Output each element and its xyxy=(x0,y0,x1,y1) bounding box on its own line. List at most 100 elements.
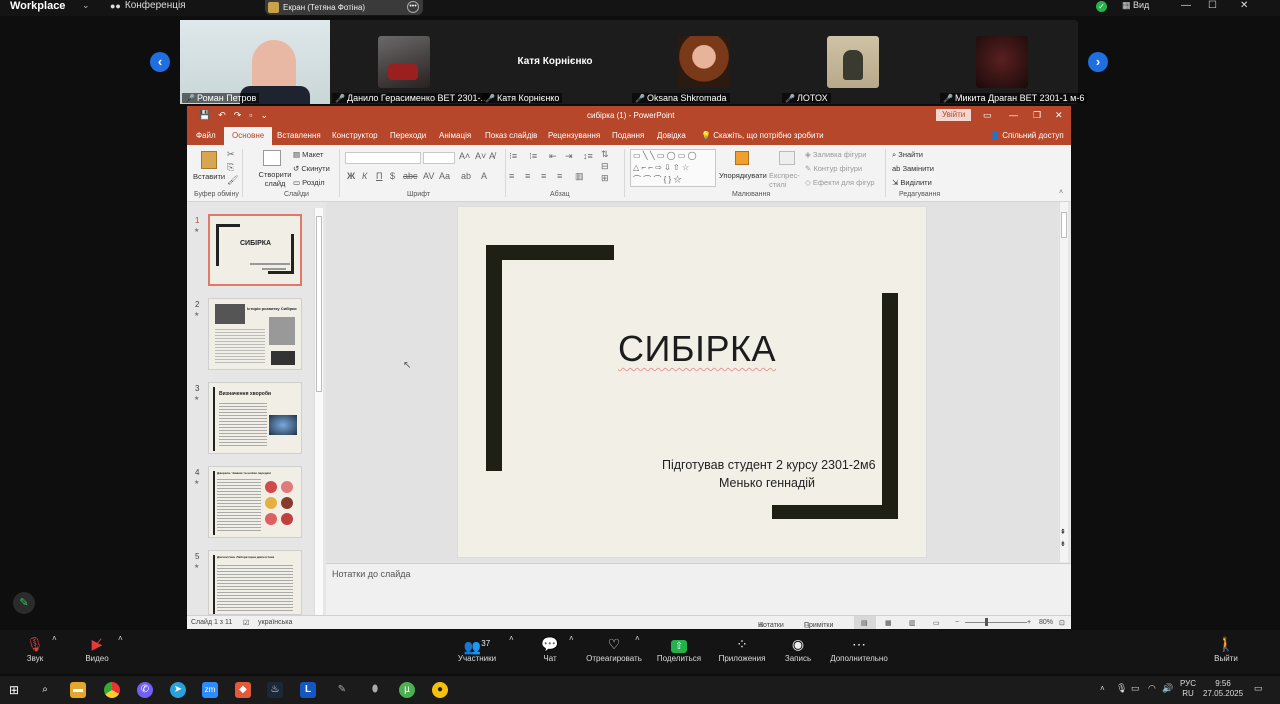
tab-slide-show[interactable]: Показ слайдів xyxy=(485,131,537,140)
chat-button[interactable]: 💬 Чат xyxy=(538,634,562,663)
thumbnails-scrollbar[interactable] xyxy=(314,208,323,615)
quick-styles-button[interactable]: Експрес-стилі xyxy=(769,171,800,189)
volume-icon[interactable]: 🔊 xyxy=(1162,683,1173,694)
search-icon[interactable]: ⌕ xyxy=(37,682,53,698)
clock[interactable]: 9:56 27.05.2025 xyxy=(1203,679,1243,699)
utorrent-icon[interactable]: µ xyxy=(399,682,415,698)
new-slide-icon[interactable] xyxy=(263,150,281,166)
align-right-icon[interactable]: ≡ xyxy=(541,171,546,181)
restore-icon[interactable]: ❐ xyxy=(1033,110,1041,121)
tab-animations[interactable]: Анімація xyxy=(439,131,471,140)
apps-button[interactable]: ⁘ Приложения xyxy=(716,634,768,663)
close-icon[interactable]: ✕ xyxy=(1240,0,1248,11)
slide-title[interactable]: СИБІРКА xyxy=(618,328,776,370)
underline-icon[interactable]: П xyxy=(376,171,382,181)
react-options-caret[interactable]: ˄ xyxy=(635,634,640,643)
increase-indent-icon[interactable]: ⇥ xyxy=(565,151,573,162)
language-status[interactable]: українська xyxy=(258,619,292,626)
text-direction-icon[interactable]: ⇅ xyxy=(601,149,609,160)
slide-thumbnail-2[interactable]: Історія розвитку Сибірки xyxy=(208,298,302,370)
layout-button[interactable]: ▤ Макет xyxy=(293,150,323,159)
tab-help[interactable]: Довідка xyxy=(657,131,686,140)
slide-sorter-icon[interactable]: ▦ xyxy=(885,619,892,627)
maximize-icon[interactable]: ☐ xyxy=(1208,0,1217,11)
more-button[interactable]: ⋯ Дополнительно xyxy=(828,634,890,663)
current-slide[interactable]: СИБІРКА Підготував студент 2 курсу 2301-… xyxy=(457,206,927,558)
share-button[interactable]: 👤 Спільний доступ xyxy=(990,131,1064,140)
windows-start-icon[interactable]: ⊞ xyxy=(6,682,22,698)
slide-thumbnail-5[interactable]: Діагностика. Лабораторна діагностика xyxy=(208,550,302,615)
conference-menu[interactable]: ●● Конференція xyxy=(110,0,186,11)
shape-effects-button[interactable]: ◇ Ефекти для фігур xyxy=(805,178,875,187)
ribbon-options-icon[interactable]: ▭ xyxy=(983,110,992,121)
prev-slide-icon[interactable]: ⇞ xyxy=(1060,528,1066,536)
zoom-slider[interactable] xyxy=(965,622,1027,623)
zoom-in-icon[interactable]: + xyxy=(1027,619,1031,626)
shapes-gallery[interactable]: ▭ ╲ ╲ ▭ ◯ ▭ ◯ △ ⌐ ⌐ ⇨ ⇩ ⇧ ☆ ⌒ ⌒ ⌒ { } ☆ xyxy=(630,149,716,187)
slide-scrollbar[interactable]: ⇞ ⇟ xyxy=(1059,202,1068,562)
cut-icon[interactable]: ✂ xyxy=(227,149,235,160)
highlight-icon[interactable]: ab xyxy=(461,171,471,181)
shield-check-icon[interactable]: ✓ xyxy=(1096,1,1107,12)
tray-overflow-icon[interactable]: ˄ xyxy=(1100,684,1105,693)
anydesk-icon[interactable]: ◆ xyxy=(235,682,251,698)
share-screen-button[interactable]: ⇧ Поделиться xyxy=(655,634,703,663)
zoom-level[interactable]: 80% xyxy=(1039,619,1053,626)
slide-subtitle-line-2[interactable]: Менько геннадій xyxy=(719,476,815,490)
collapse-ribbon-icon[interactable]: ˄ xyxy=(1059,189,1063,196)
bold-icon[interactable]: Ж xyxy=(347,171,355,181)
video-options-caret[interactable]: ˄ xyxy=(118,634,123,643)
align-left-icon[interactable]: ≡ xyxy=(509,171,514,181)
slide-thumbnail-3[interactable]: Визначення хвороби xyxy=(208,382,302,454)
tool-app-icon[interactable]: ⬮ xyxy=(367,682,383,698)
align-center-icon[interactable]: ≡ xyxy=(525,171,530,181)
steam-icon[interactable]: ♨ xyxy=(267,682,283,698)
notes-pane[interactable]: Нотатки до слайда xyxy=(326,563,1071,615)
tab-home[interactable]: Основне xyxy=(224,127,273,145)
fit-slide-icon[interactable]: ⊡ xyxy=(1059,619,1065,627)
slide-thumbnail-4[interactable]: Джерела. Чинник та шляхи передачі xyxy=(208,466,302,538)
font-color-icon[interactable]: A xyxy=(481,171,487,181)
tab-file[interactable]: Файл xyxy=(196,131,216,140)
screen-share-pill[interactable]: Екран (Тетяна Фотіна) ••• xyxy=(265,0,423,15)
spacing-icon[interactable]: AV xyxy=(423,171,434,181)
zoom-slider-thumb[interactable] xyxy=(985,618,988,626)
battery-icon[interactable]: ▭ xyxy=(1131,683,1140,694)
audio-options-caret[interactable]: ˄ xyxy=(52,634,57,643)
reading-view-icon[interactable]: ▥ xyxy=(909,619,916,627)
columns-icon[interactable]: ▥ xyxy=(575,171,584,182)
line-spacing-icon[interactable]: ↕≡ xyxy=(583,151,593,161)
spellcheck-icon[interactable]: ☑ xyxy=(243,619,249,627)
shadow-icon[interactable]: $ xyxy=(390,171,395,181)
minimize-icon[interactable]: — xyxy=(1181,0,1191,11)
sign-in-button[interactable]: Увійти xyxy=(936,109,972,121)
increase-font-icon[interactable]: A˄ xyxy=(459,151,470,161)
smartart-icon[interactable]: ⊞ xyxy=(601,173,609,184)
align-text-icon[interactable]: ⊟ xyxy=(601,161,609,172)
new-slide-button[interactable]: Створити слайд xyxy=(257,170,293,188)
arrange-button[interactable]: Упорядкувати xyxy=(719,171,767,180)
annotate-pen-icon[interactable]: ✎ xyxy=(13,592,35,614)
font-size-select[interactable] xyxy=(423,152,455,164)
find-button[interactable]: ⌕ Знайти xyxy=(892,150,923,160)
scroll-thumb[interactable] xyxy=(316,216,322,392)
input-language[interactable]: РУС RU xyxy=(1180,679,1196,699)
more-icon[interactable]: ••• xyxy=(407,1,419,13)
view-menu[interactable]: ▦ Вид xyxy=(1122,0,1149,11)
next-slide-icon[interactable]: ⇟ xyxy=(1060,540,1066,548)
clear-format-icon[interactable]: A̸ xyxy=(489,151,495,161)
clipboard-icon[interactable] xyxy=(201,151,217,169)
chrome-icon[interactable] xyxy=(104,682,120,698)
video-button[interactable]: ▶̸ Видео xyxy=(82,634,112,663)
shape-fill-button[interactable]: ◈ Заливка фігури xyxy=(805,150,866,159)
select-button[interactable]: ⇲ Виділити xyxy=(892,178,932,187)
wifi-icon[interactable]: ◠ xyxy=(1148,683,1156,694)
change-case-icon[interactable]: Aa xyxy=(439,171,450,181)
reset-button[interactable]: ↺ Скинути xyxy=(293,164,330,173)
shape-outline-button[interactable]: ✎ Контур фігури xyxy=(805,164,862,173)
yellow-app-icon[interactable]: ● xyxy=(432,682,448,698)
zoom-app-icon[interactable]: zm xyxy=(202,682,218,698)
participants-options-caret[interactable]: ˄ xyxy=(509,634,514,643)
replace-button[interactable]: ab Замінити xyxy=(892,164,934,173)
participant-tile[interactable]: 🎤 Микита Драган ВЕТ 2301-1 м-6 xyxy=(930,20,1088,104)
